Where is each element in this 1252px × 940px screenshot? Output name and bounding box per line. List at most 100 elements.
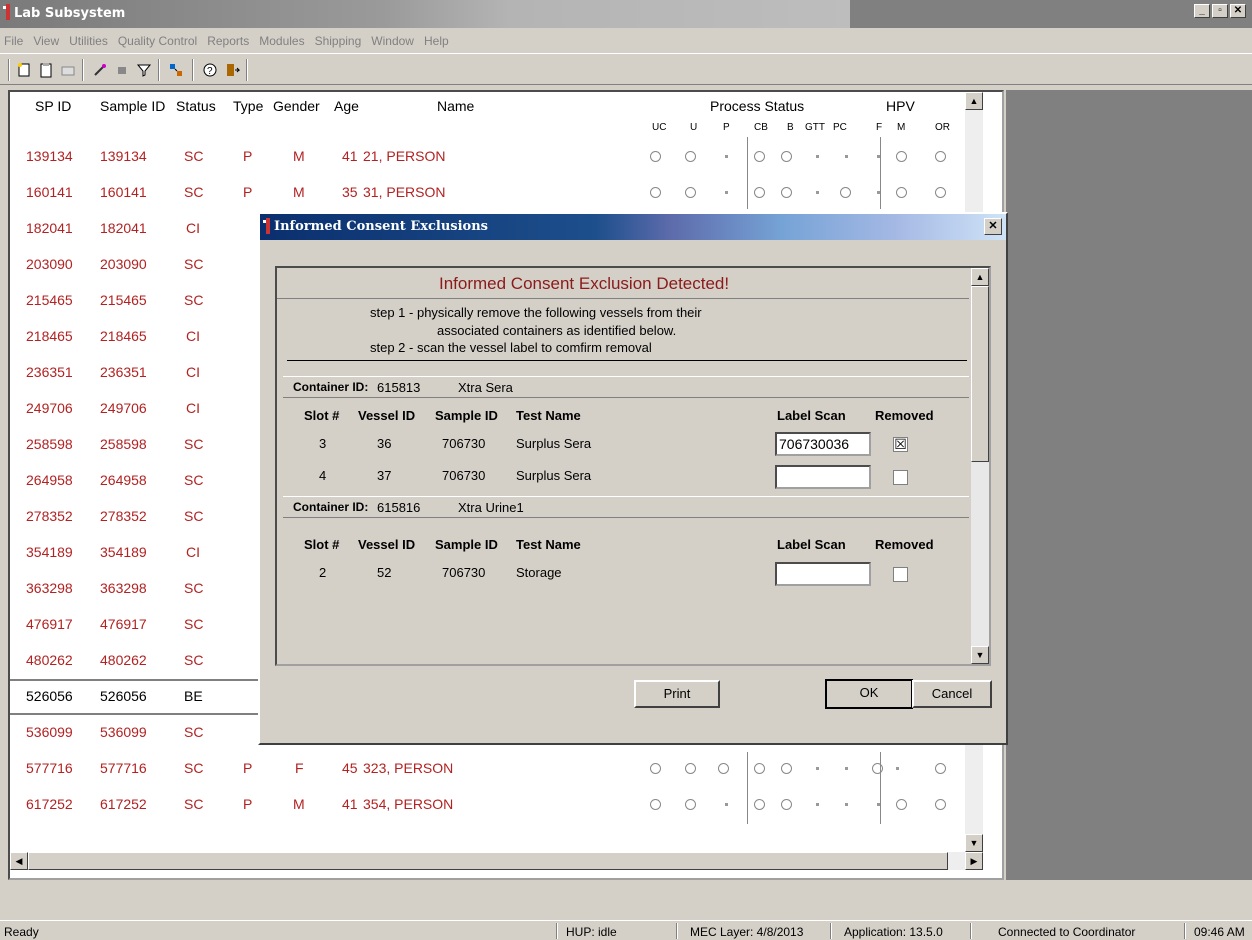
dialog-title: Informed Consent Exclusions — [274, 219, 488, 234]
menu-view[interactable]: View — [33, 34, 59, 48]
label-scan-input[interactable] — [775, 562, 871, 586]
sub-b: B — [787, 122, 794, 133]
dialog-scroll-up-icon[interactable]: ▲ — [971, 268, 989, 286]
table-row[interactable]: 617252 617252 SC P M 41 354, PERSON — [10, 787, 970, 823]
container-header: Container ID: 615813 Xtra Sera — [283, 376, 969, 398]
col-scan: Label Scan — [777, 408, 846, 423]
help-icon[interactable]: ? — [200, 60, 220, 80]
removed-checkbox[interactable] — [893, 567, 908, 582]
col-spid: SP ID — [35, 98, 72, 114]
slot-value: 2 — [319, 565, 327, 580]
menu-reports[interactable]: Reports — [207, 34, 249, 48]
sub-uc: UC — [652, 122, 667, 133]
vessel-value: 37 — [377, 468, 392, 483]
sample-value: 706730 — [442, 565, 486, 580]
status-connection: Connected to Coordinator — [998, 925, 1136, 939]
print-button[interactable]: Print — [634, 680, 720, 708]
dialog-title-bar: Informed Consent Exclusions ✕ — [260, 214, 1006, 240]
col-slot: Slot # — [304, 537, 340, 552]
table-row[interactable]: 160141 160141 SC P M 35 31, PERSON — [10, 175, 970, 211]
test-value: Storage — [516, 565, 562, 580]
horizontal-scroll-thumb[interactable] — [28, 852, 948, 870]
pipette-icon[interactable] — [90, 60, 110, 80]
slot-value: 3 — [319, 436, 327, 451]
col-type: Type — [233, 98, 264, 114]
minimize-button[interactable]: _ — [1194, 4, 1210, 18]
sub-m: M — [897, 122, 906, 133]
step2-text: step 2 - scan the vessel label to comfir… — [370, 340, 652, 355]
step1-cont-text: associated containers as identified belo… — [437, 323, 677, 338]
dialog-vertical-scrollbar[interactable]: ▲ ▼ — [971, 268, 989, 664]
table-row[interactable]: 139134 139134 SC P M 41 21, PERSON — [10, 139, 970, 175]
sub-f: F — [876, 122, 883, 133]
test-value: Surplus Sera — [516, 436, 592, 451]
exclusion-panel: Informed Consent Exclusion Detected! ste… — [275, 266, 991, 666]
menu-shipping[interactable]: Shipping — [315, 34, 362, 48]
network-icon[interactable] — [166, 60, 186, 80]
informed-consent-dialog: Informed Consent Exclusions ✕ Informed C… — [258, 212, 1008, 745]
menu-file[interactable]: File — [4, 34, 23, 48]
dialog-scroll-thumb[interactable] — [971, 286, 989, 462]
menu-window[interactable]: Window — [371, 34, 414, 48]
menu-bar: File View Utilities Quality Control Repo… — [0, 28, 1252, 53]
app-title: Lab Subsystem — [14, 6, 126, 21]
stop-icon[interactable] — [112, 60, 132, 80]
folder-icon[interactable] — [58, 60, 78, 80]
sub-or: OR — [935, 122, 950, 133]
cancel-button[interactable]: Cancel — [912, 680, 992, 708]
label-scan-input[interactable] — [775, 465, 871, 489]
status-mec: MEC Layer: 4/8/2013 — [690, 925, 804, 939]
dialog-scroll-down-icon[interactable]: ▼ — [971, 646, 989, 664]
test-value: Surplus Sera — [516, 468, 592, 483]
label-scan-input[interactable]: 706730036 — [775, 432, 871, 456]
menu-help[interactable]: Help — [424, 34, 449, 48]
sub-cb: CB — [754, 122, 768, 133]
scroll-right-icon[interactable]: ▶ — [965, 852, 983, 870]
col-sample: Sample ID — [435, 408, 498, 423]
scroll-up-icon[interactable]: ▲ — [965, 92, 983, 110]
maximize-button[interactable]: ▫ — [1212, 4, 1228, 18]
step1-text: step 1 - physically remove the following… — [370, 305, 702, 320]
col-process-status: Process Status — [710, 98, 805, 114]
col-test: Test Name — [516, 408, 581, 423]
workspace-background — [1006, 90, 1252, 880]
container-header: Container ID: 615816 Xtra Urine1 — [283, 496, 969, 518]
exclusion-heading: Informed Consent Exclusion Detected! — [439, 274, 730, 293]
col-age: Age — [334, 98, 359, 114]
status-bar: Ready HUP: idle MEC Layer: 4/8/2013 Appl… — [0, 920, 1252, 940]
vessel-value: 36 — [377, 436, 392, 451]
menu-utilities[interactable]: Utilities — [69, 34, 108, 48]
table-row[interactable]: 577716 577716 SC P F 45 323, PERSON — [10, 751, 970, 787]
col-sample: Sample ID — [435, 537, 498, 552]
removed-checkbox-checked[interactable]: ☒ — [893, 437, 908, 452]
clipboard-icon[interactable] — [36, 60, 56, 80]
sample-value: 706730 — [442, 436, 486, 451]
sample-value: 706730 — [442, 468, 486, 483]
title-bar: Lab Subsystem _ ▫ ✕ — [0, 0, 1252, 28]
sub-pc: PC — [833, 122, 847, 133]
col-vessel: Vessel ID — [358, 537, 416, 552]
col-removed: Removed — [875, 537, 934, 552]
removed-checkbox[interactable] — [893, 470, 908, 485]
status-time: 09:46 AM — [1194, 925, 1245, 939]
menu-quality-control[interactable]: Quality Control — [118, 34, 197, 48]
horizontal-scrollbar[interactable]: ◀ ▶ — [10, 852, 983, 870]
col-gender: Gender — [273, 98, 320, 114]
ok-button[interactable]: OK — [825, 679, 913, 709]
dialog-close-button[interactable]: ✕ — [984, 218, 1002, 235]
close-window-button[interactable]: ✕ — [1230, 4, 1246, 18]
scroll-left-icon[interactable]: ◀ — [10, 852, 28, 870]
col-slot: Slot # — [304, 408, 340, 423]
scroll-down-icon[interactable]: ▼ — [965, 834, 983, 852]
new-icon[interactable] — [14, 60, 34, 80]
slot-value: 4 — [319, 468, 327, 483]
menu-modules[interactable]: Modules — [259, 34, 304, 48]
col-name: Name — [437, 98, 475, 114]
filter-icon[interactable] — [134, 60, 154, 80]
toolbar: ? — [0, 53, 1252, 85]
col-sampleid: Sample ID — [100, 98, 166, 114]
svg-text:?: ? — [207, 66, 213, 77]
status-ready: Ready — [4, 925, 39, 939]
exit-door-icon[interactable] — [222, 60, 242, 80]
sub-u: U — [690, 122, 698, 133]
